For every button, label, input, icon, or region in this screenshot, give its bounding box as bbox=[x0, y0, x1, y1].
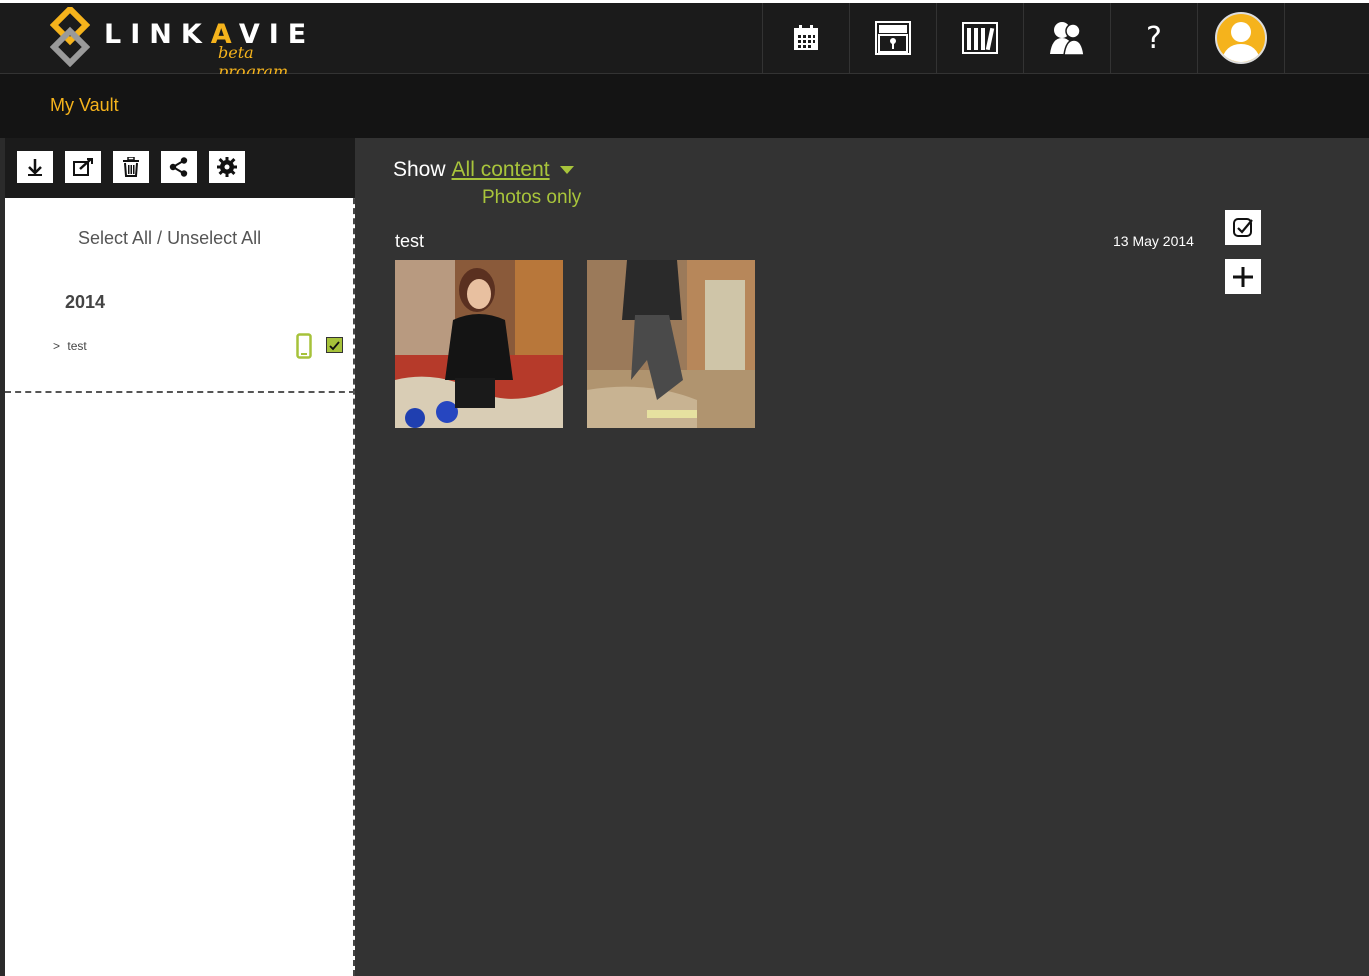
nav-help[interactable]: ? bbox=[1111, 3, 1198, 73]
select-controls: Select All / Unselect All bbox=[78, 228, 261, 249]
year-heading[interactable]: 2014 bbox=[65, 292, 105, 313]
sidebar-album-item[interactable]: > test bbox=[53, 339, 87, 353]
sub-header: My Vault bbox=[0, 74, 1369, 138]
delete-button[interactable] bbox=[113, 151, 149, 183]
photo-thumbnail[interactable] bbox=[587, 260, 755, 428]
vault-icon bbox=[875, 21, 911, 55]
trash-icon bbox=[123, 157, 139, 177]
download-button[interactable] bbox=[17, 151, 53, 183]
check-square-icon bbox=[1233, 217, 1253, 237]
main-nav: ? bbox=[762, 3, 1285, 73]
filter-dropdown[interactable]: All content bbox=[452, 158, 550, 181]
checkmark-icon bbox=[329, 341, 340, 351]
edit-button[interactable] bbox=[65, 151, 101, 183]
add-button[interactable] bbox=[1225, 259, 1261, 294]
album-checkbox[interactable] bbox=[326, 337, 343, 353]
logo[interactable]: LINKAVIE beta program bbox=[50, 7, 320, 81]
album-date: 13 May 2014 bbox=[1113, 233, 1194, 249]
share-icon bbox=[169, 157, 188, 177]
user-silhouette-icon bbox=[1221, 22, 1261, 62]
divider bbox=[5, 391, 355, 393]
library-icon bbox=[962, 22, 998, 54]
settings-button[interactable] bbox=[209, 151, 245, 183]
nav-profile[interactable] bbox=[1198, 3, 1285, 73]
share-button[interactable] bbox=[161, 151, 197, 183]
select-separator: / bbox=[152, 228, 168, 248]
page-title: My Vault bbox=[50, 95, 119, 115]
album-label: test bbox=[67, 339, 87, 353]
help-icon: ? bbox=[1146, 20, 1162, 56]
phone-icon bbox=[296, 333, 312, 359]
top-bar: LINKAVIE beta program ? bbox=[0, 0, 1369, 81]
avatar bbox=[1215, 12, 1267, 64]
calendar-icon bbox=[794, 25, 818, 50]
content-filter: Show All content bbox=[393, 158, 574, 182]
nav-library[interactable] bbox=[937, 3, 1024, 73]
unselect-all-link[interactable]: Unselect All bbox=[167, 228, 261, 248]
sidebar-toolbar bbox=[5, 138, 355, 198]
plus-icon bbox=[1233, 266, 1253, 287]
nav-calendar[interactable] bbox=[763, 3, 850, 73]
filter-option-photos[interactable]: Photos only bbox=[482, 187, 581, 209]
select-album-button[interactable] bbox=[1225, 210, 1261, 245]
gear-icon bbox=[217, 157, 237, 177]
sidebar: Select All / Unselect All 2014 > test bbox=[0, 138, 355, 976]
contacts-icon bbox=[1050, 22, 1085, 56]
main-content: Show All content Photos only test 13 May … bbox=[355, 138, 1369, 976]
chevron-down-icon[interactable] bbox=[559, 166, 574, 175]
photo-image bbox=[395, 260, 563, 428]
photo-thumbnail[interactable] bbox=[395, 260, 563, 428]
download-icon bbox=[28, 159, 42, 176]
show-label: Show bbox=[393, 158, 446, 181]
album-expand-icon: > bbox=[53, 339, 61, 353]
edit-icon bbox=[73, 158, 93, 176]
nav-contacts[interactable] bbox=[1024, 3, 1111, 73]
select-all-link[interactable]: Select All bbox=[78, 228, 152, 248]
album-title: test bbox=[395, 231, 425, 251]
nav-vault[interactable] bbox=[850, 3, 937, 73]
photo-image bbox=[587, 260, 755, 428]
logo-mark-icon bbox=[50, 7, 90, 67]
